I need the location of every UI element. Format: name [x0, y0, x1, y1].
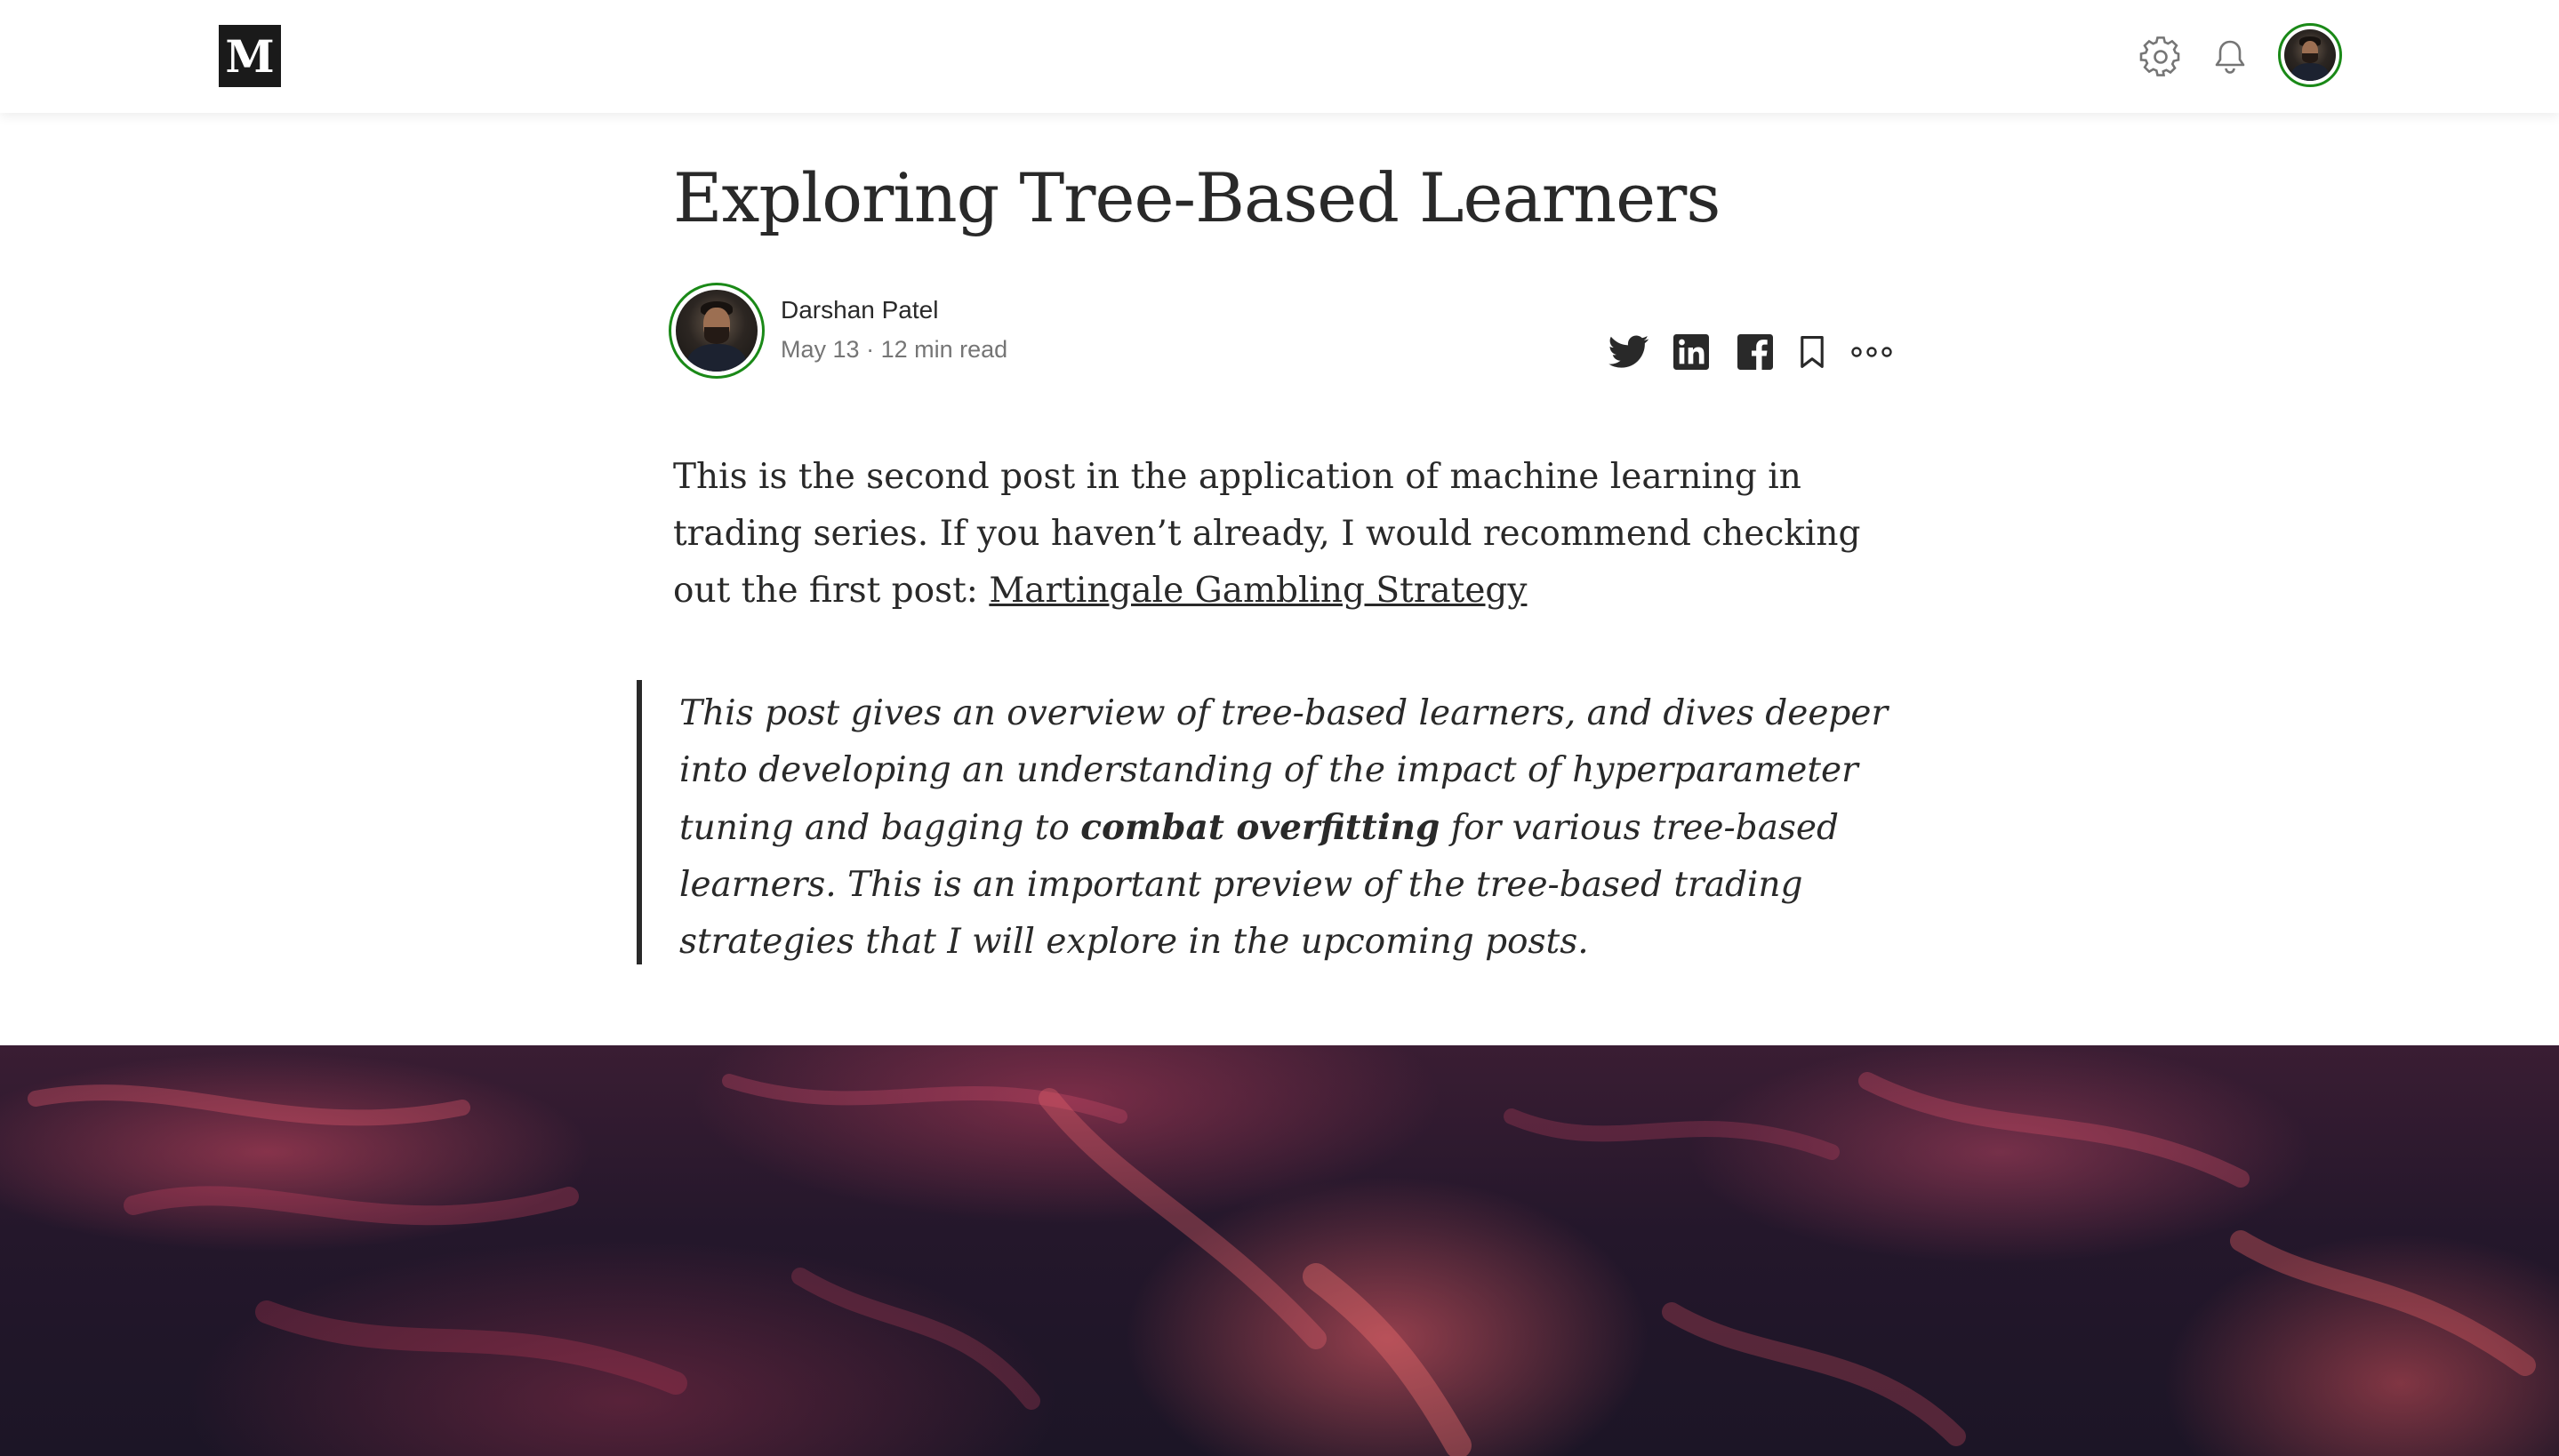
read-time: 12 min read	[880, 336, 1008, 363]
avatar-photo	[2284, 29, 2336, 81]
publish-date: May 13	[781, 336, 860, 363]
more-options-icon[interactable]	[1849, 332, 1894, 372]
bell-icon[interactable]	[2209, 36, 2251, 78]
quote-text: This post gives an overview of tree-base…	[679, 680, 1899, 971]
meta-separator: ·	[866, 336, 875, 363]
user-avatar[interactable]	[2278, 23, 2342, 87]
author-photo	[676, 290, 758, 372]
medium-logo[interactable]: M	[219, 25, 281, 87]
facebook-icon[interactable]	[1736, 332, 1775, 372]
martingale-link[interactable]: Martingale Gambling Strategy	[989, 571, 1527, 611]
author-avatar[interactable]	[669, 283, 765, 379]
article-meta: May 13 · 12 min read	[781, 336, 1007, 364]
hero-image	[0, 1045, 2559, 1456]
top-navigation-bar: M	[0, 0, 2559, 113]
pull-quote: This post gives an overview of tree-base…	[637, 680, 1899, 964]
settings-icon[interactable]	[2138, 34, 2184, 80]
hero-texture	[28, 1072, 2536, 1456]
article-title: Exploring Tree-Based Learners	[673, 158, 1721, 237]
intro-paragraph: This is the second post in the applicati…	[673, 449, 1891, 620]
twitter-icon[interactable]	[1608, 332, 1650, 372]
logo-letter: M	[225, 29, 275, 83]
bookmark-icon[interactable]	[1798, 332, 1826, 372]
linkedin-icon[interactable]	[1672, 332, 1711, 372]
quote-bold: combat overfitting	[1080, 807, 1440, 848]
author-name[interactable]: Darshan Patel	[781, 296, 938, 324]
